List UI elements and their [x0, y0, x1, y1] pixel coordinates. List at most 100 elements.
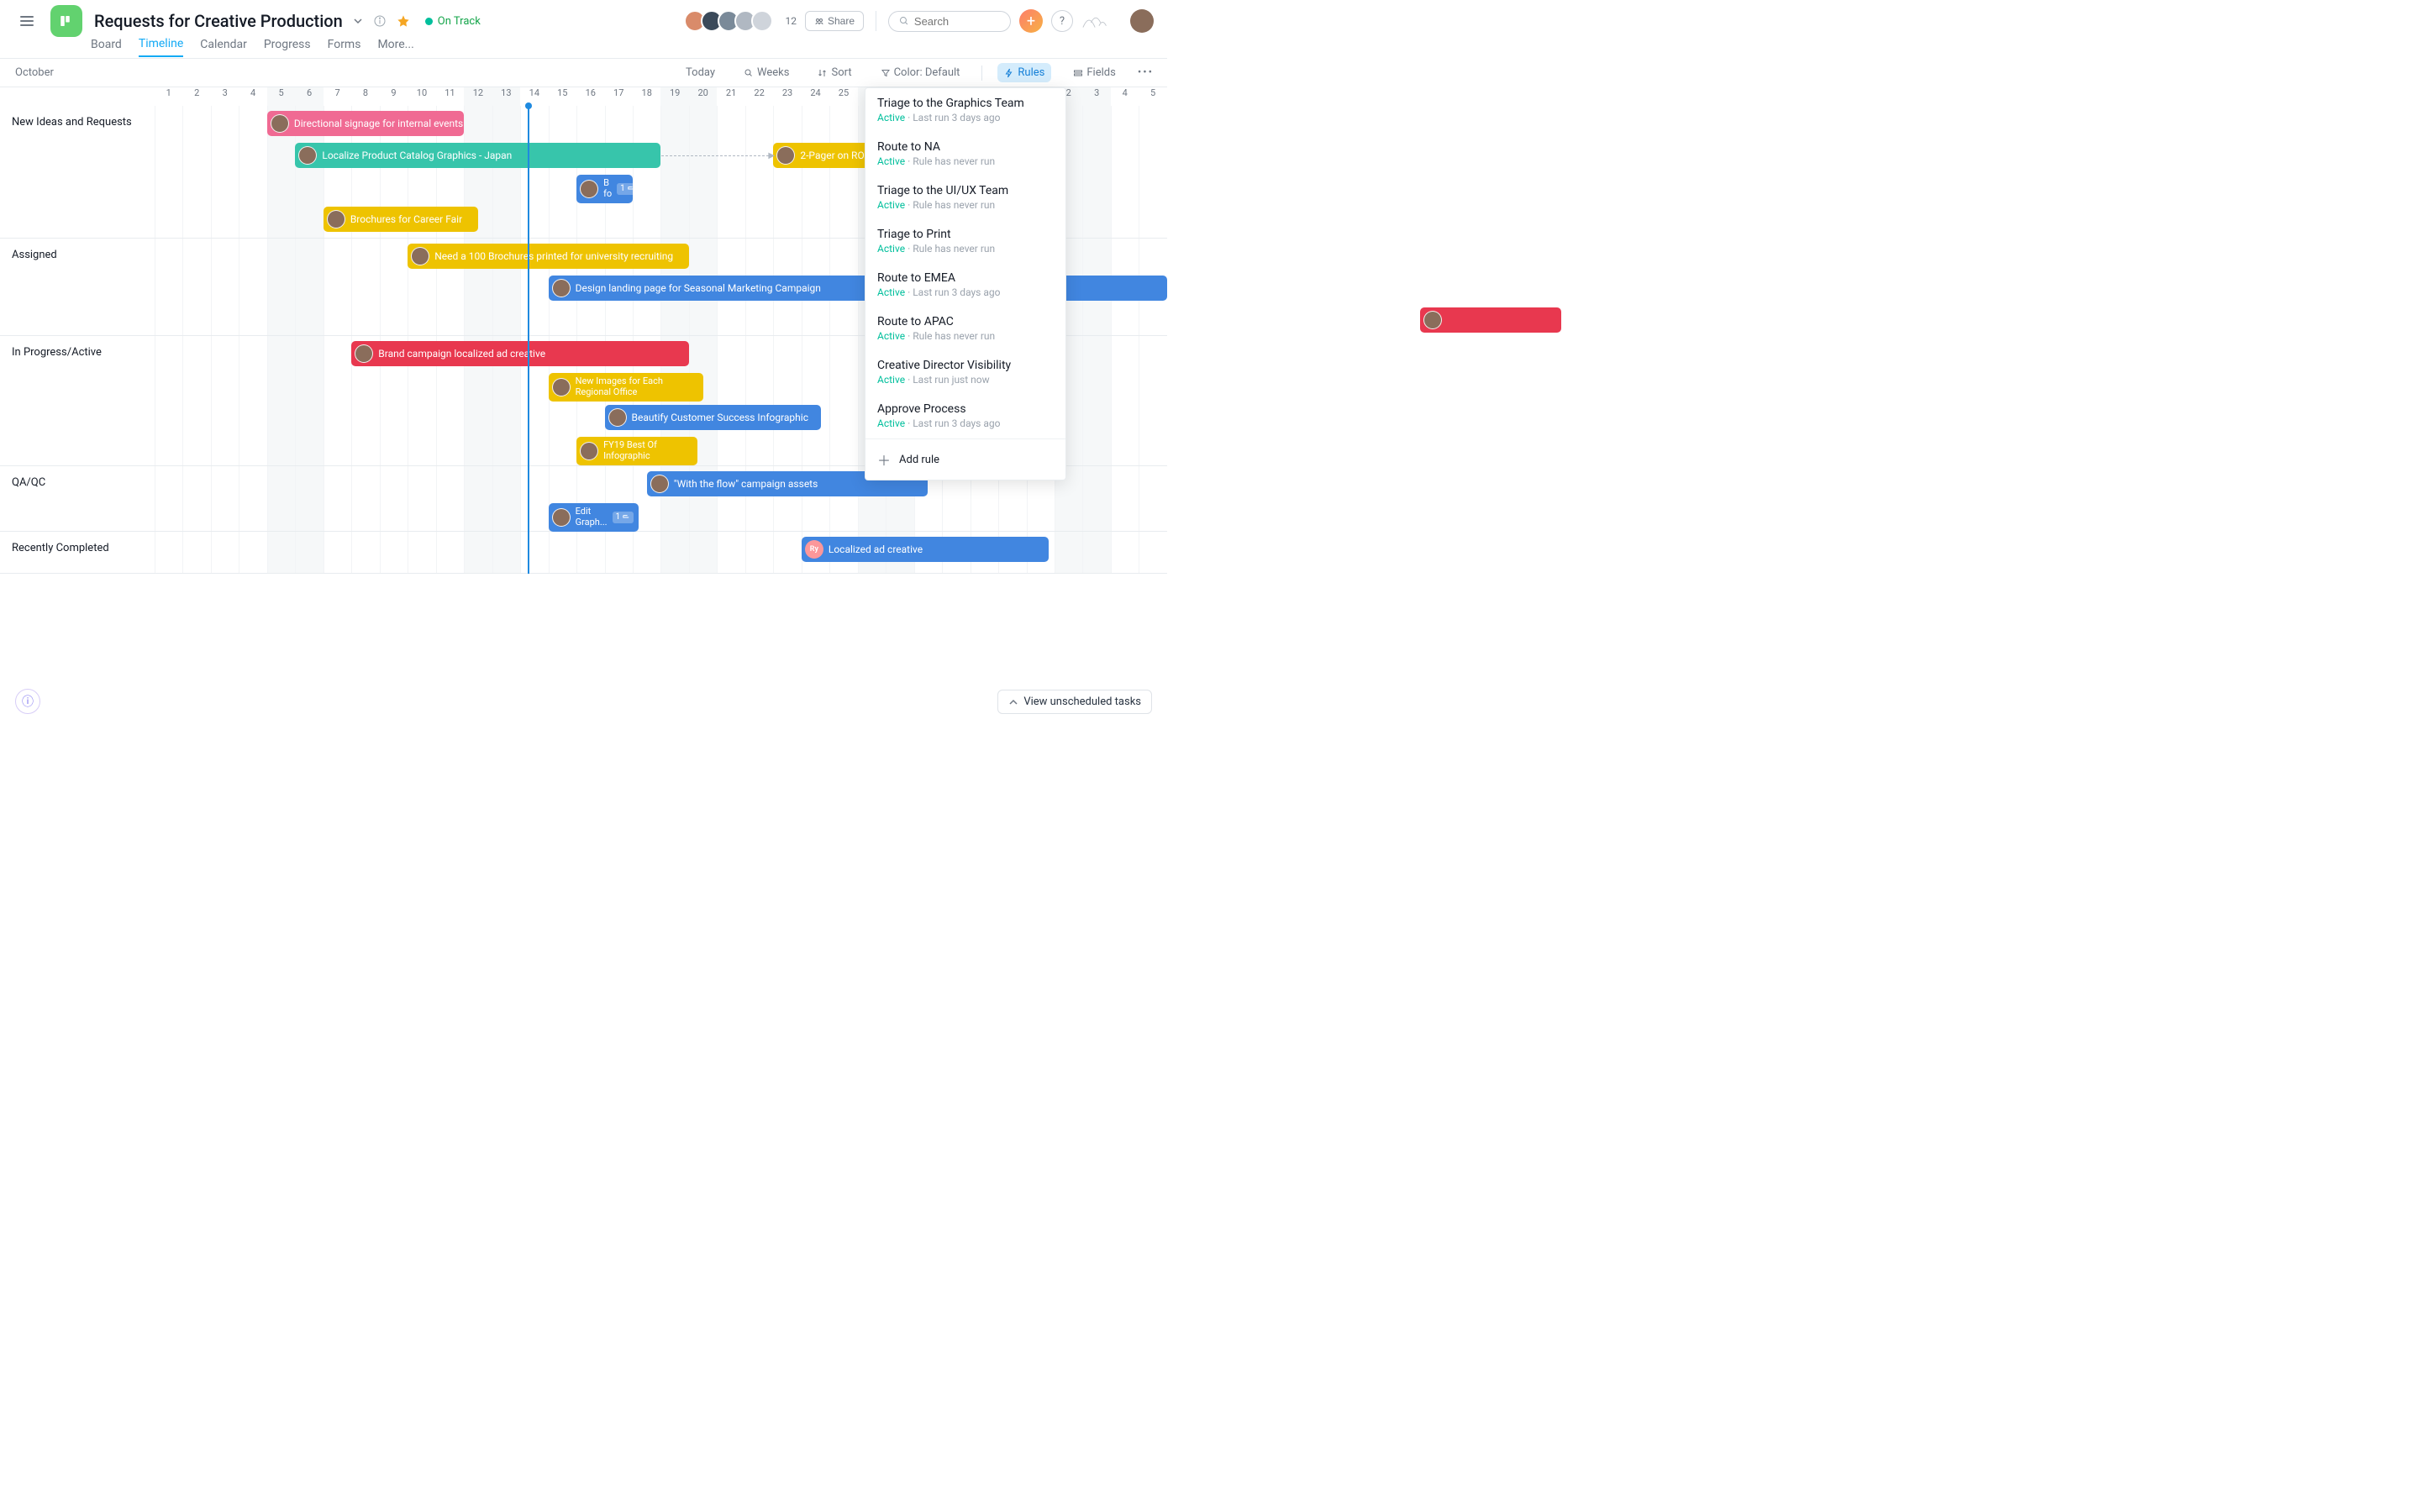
rule-item[interactable]: Route to APACActive·Rule has never run: [865, 307, 1065, 350]
task-label: Brand campaign localized ad creative: [378, 348, 545, 360]
tab-progress[interactable]: Progress: [264, 38, 311, 56]
rule-item[interactable]: Triage to PrintActive·Rule has never run: [865, 219, 1065, 263]
rule-item[interactable]: Triage to the Graphics TeamActive·Last r…: [865, 88, 1065, 132]
task-bar[interactable]: Brochures for Career Fair: [324, 207, 478, 232]
sort-button[interactable]: Sort: [811, 63, 858, 82]
date-cell: 1: [155, 87, 182, 106]
info-badge[interactable]: ⓘ: [15, 689, 40, 714]
task-bar[interactable]: Brand campaign localized ad creative: [351, 341, 689, 366]
section-label[interactable]: New Ideas and Requests: [0, 106, 155, 238]
rule-item[interactable]: Route to NAActive·Rule has never run: [865, 132, 1065, 176]
fields-button[interactable]: Fields: [1066, 63, 1122, 82]
status-label[interactable]: On Track: [438, 15, 481, 28]
zoom-button[interactable]: Weeks: [737, 63, 796, 82]
date-cell: 4: [1111, 87, 1139, 106]
tab-forms[interactable]: Forms: [328, 38, 361, 56]
assignee-avatar: Ry: [805, 540, 823, 559]
section-label[interactable]: Assigned: [0, 239, 155, 335]
task-bar[interactable]: Ry Localized ad creative: [802, 537, 1050, 562]
assignee-avatar: [608, 408, 627, 427]
date-cell: 24: [802, 87, 829, 106]
fields-icon: [1073, 68, 1083, 78]
date-cell: 11: [436, 87, 464, 106]
task-label: Localized ad creative: [829, 543, 923, 555]
task-bar[interactable]: FY19 Best Of Infographic: [576, 437, 697, 465]
today-button[interactable]: Today: [679, 63, 722, 82]
assignee-avatar: [580, 180, 598, 198]
date-cell: 22: [745, 87, 773, 106]
info-icon[interactable]: [373, 14, 387, 28]
rule-item[interactable]: Creative Director VisibilityActive·Last …: [865, 350, 1065, 394]
tab-timeline[interactable]: Timeline: [139, 37, 183, 57]
task-bar[interactable]: Edit Graph...1: [549, 503, 639, 532]
subtask-count: 1: [613, 512, 634, 523]
task-bar[interactable]: Design landing page for Seasonal Marketi…: [549, 276, 1167, 301]
assignee-avatar: [327, 210, 345, 228]
task-bar[interactable]: B fo1: [576, 175, 633, 203]
rule-name: Triage to the UI/UX Team: [877, 184, 1054, 197]
member-avatar[interactable]: [751, 10, 773, 32]
date-cell: 12: [464, 87, 492, 106]
section-label[interactable]: In Progress/Active: [0, 336, 155, 465]
rule-meta: Active·Rule has never run: [877, 199, 1054, 211]
task-bar[interactable]: [1420, 307, 1560, 333]
assignee-avatar: [776, 146, 795, 165]
task-bar[interactable]: New Images for Each Regional Office: [549, 373, 703, 402]
task-bar[interactable]: Need a 100 Brochures printed for univers…: [408, 244, 689, 269]
date-cell: 25: [829, 87, 857, 106]
project-icon[interactable]: [50, 5, 82, 37]
date-cell: 14: [520, 87, 548, 106]
task-bar[interactable]: Localize Product Catalog Graphics - Japa…: [295, 143, 660, 168]
tab-board[interactable]: Board: [91, 38, 122, 56]
assignee-avatar: [355, 344, 373, 363]
assignee-avatar: [271, 114, 289, 133]
date-cell: 6: [295, 87, 323, 106]
search-icon: [899, 15, 909, 27]
chevron-up-icon: [1008, 697, 1018, 707]
assignee-avatar: [552, 279, 571, 297]
month-label: October: [15, 66, 54, 79]
rules-dropdown: Triage to the Graphics TeamActive·Last r…: [865, 87, 1066, 480]
assignee-avatar: [552, 508, 571, 527]
rule-item[interactable]: Approve ProcessActive·Last run 3 days ag…: [865, 394, 1065, 438]
date-cell: 3: [1082, 87, 1110, 106]
assignee-avatar: [552, 378, 571, 396]
share-button[interactable]: Share: [805, 11, 864, 31]
subtask-count: 1: [617, 183, 633, 195]
tab-more[interactable]: More...: [377, 38, 413, 56]
rule-item[interactable]: Triage to the UI/UX Team Active·Rule has …: [865, 176, 1065, 219]
assignee-avatar: [650, 475, 669, 493]
search-input[interactable]: [888, 11, 1011, 32]
task-bar[interactable]: Beautify Customer Success Infographic: [605, 405, 822, 430]
add-button[interactable]: +: [1019, 9, 1043, 33]
help-button[interactable]: ?: [1051, 10, 1073, 32]
assignee-avatar: [580, 442, 598, 460]
status-dot: [425, 18, 433, 25]
date-cell: 16: [576, 87, 604, 106]
task-label: Localize Product Catalog Graphics - Japa…: [322, 150, 512, 161]
rule-item[interactable]: Route to EMEAActive·Last run 3 days ago: [865, 263, 1065, 307]
section-label[interactable]: Recently Completed: [0, 532, 155, 573]
rule-meta: Active·Last run just now: [877, 374, 1054, 386]
add-rule-button[interactable]: ＋ Add rule: [865, 438, 1065, 480]
project-title[interactable]: Requests for Creative Production: [94, 11, 343, 31]
star-icon[interactable]: [397, 14, 410, 28]
chevron-down-icon[interactable]: [353, 16, 363, 26]
tab-calendar[interactable]: Calendar: [200, 38, 247, 56]
date-cell: 17: [605, 87, 633, 106]
color-button[interactable]: Color: Default: [874, 63, 967, 82]
date-cell: 7: [324, 87, 351, 106]
member-avatars[interactable]: [689, 10, 773, 32]
date-cell: 4: [239, 87, 266, 106]
hamburger-menu[interactable]: [13, 8, 40, 34]
more-icon[interactable]: •••: [1138, 66, 1154, 79]
task-label: FY19 Best Of Infographic: [603, 440, 689, 461]
section-label[interactable]: QA/QC: [0, 466, 155, 531]
date-cell: 10: [408, 87, 435, 106]
date-cell: 18: [633, 87, 660, 106]
task-bar[interactable]: Directional signage for internal events: [267, 111, 464, 136]
plus-icon: ＋: [877, 449, 891, 470]
user-avatar[interactable]: [1130, 9, 1154, 33]
view-unscheduled-button[interactable]: View unscheduled tasks: [997, 690, 1152, 714]
rules-button[interactable]: Rules: [997, 63, 1051, 82]
